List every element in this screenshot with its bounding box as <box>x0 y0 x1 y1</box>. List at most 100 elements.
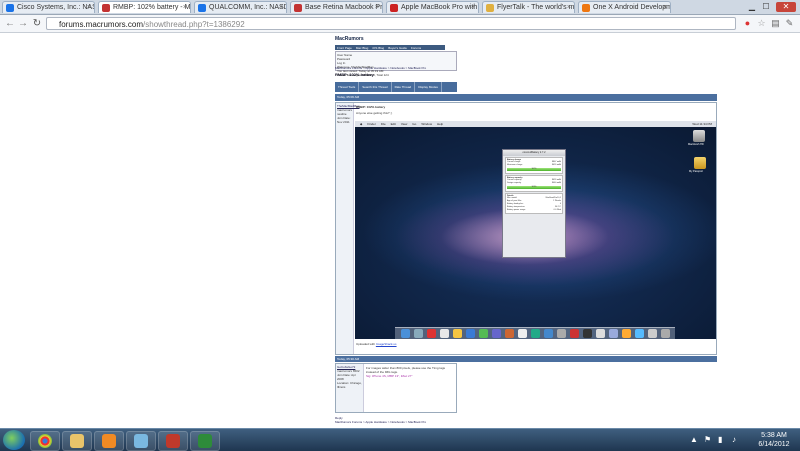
coconutbattery-window: coconutBattery 2.7.2 Battery charge Curre… <box>502 149 566 258</box>
dialog-row-label: Battery power usage <box>507 209 526 211</box>
tray-volume-icon[interactable]: ♪ <box>732 435 736 444</box>
url-host: forums.macrumors.com <box>59 20 144 29</box>
dialog-row-value: 8460 mAh <box>551 182 561 184</box>
dock-icon[interactable] <box>492 329 501 338</box>
taskbar-acrobat[interactable] <box>158 431 188 451</box>
imageshack-link[interactable]: ImageShack.us <box>376 342 397 346</box>
dock-icon[interactable] <box>648 329 657 338</box>
dialog-progress-bar: 103% <box>507 186 561 189</box>
bookmark-star-icon[interactable]: ☆ <box>756 18 767 29</box>
start-button[interactable] <box>3 430 25 450</box>
taskbar-excel[interactable] <box>190 431 220 451</box>
tool-2[interactable]: Rate Thread <box>392 82 416 92</box>
tool-3[interactable]: Display Modes <box>415 82 442 92</box>
taskbar-app[interactable] <box>126 431 156 451</box>
reload-icon[interactable]: ↻ <box>31 18 43 29</box>
tab-close-icon[interactable]: × <box>471 2 475 13</box>
dock-icon[interactable] <box>609 329 618 338</box>
dock-icon[interactable] <box>583 329 592 338</box>
dock-icon[interactable] <box>557 329 566 338</box>
dock-icon[interactable] <box>635 329 644 338</box>
dock-icon[interactable] <box>596 329 605 338</box>
post-2-date-bar: Today, 05:30 AM <box>335 356 717 362</box>
dock-icon[interactable] <box>414 329 423 338</box>
footer-breadcrumb[interactable]: MacRumors Forums > Apple Hardware > Note… <box>335 420 426 424</box>
desktop-icon-label-passport: My Passport <box>689 170 703 173</box>
tab-1[interactable]: RMBP: 102% battery - MacRumors× <box>98 1 191 13</box>
post-date-bar: Today, 05:06 AM <box>335 94 717 101</box>
tab-label: RMBP: 102% battery - MacRumors <box>113 4 191 11</box>
dock-icon[interactable] <box>466 329 475 338</box>
tab-close-icon[interactable]: × <box>663 2 667 13</box>
dialog-row-label: Maximum charge <box>507 164 523 166</box>
back-icon[interactable]: ← <box>4 18 16 29</box>
tab-3[interactable]: Base Retina Macbook Pro × <box>290 1 383 13</box>
thread-title: RMBP: 102% battery <box>335 72 374 77</box>
dock-icon[interactable] <box>518 329 527 338</box>
tray-flag-icon[interactable]: ⚑ <box>704 435 711 444</box>
dock-icon[interactable] <box>622 329 631 338</box>
dock-icon[interactable] <box>531 329 540 338</box>
tool-0[interactable]: Thread Tools <box>335 82 360 92</box>
taskbar-chrome[interactable] <box>30 431 60 451</box>
tab-close-icon[interactable]: × <box>279 2 283 13</box>
uploaded-with: Uploaded with ImageShack.us <box>356 342 397 346</box>
dock-icon[interactable] <box>661 329 670 338</box>
dock-icon[interactable] <box>440 329 449 338</box>
macrumors-logo[interactable]: MacRumors <box>335 36 364 44</box>
mac-menu-item: Go <box>412 122 417 126</box>
tab-2[interactable]: QUALCOMM, Inc.: NASDAQ× <box>194 1 287 13</box>
tab-label: Cisco Systems, Inc.: NASDAQ <box>17 4 94 11</box>
tab-label: Apple MacBook Pro with Re <box>401 4 478 11</box>
clock-time: 5:38 AM <box>761 432 787 439</box>
screenshot-image[interactable]: ◆ Finder File Edit View Go Window Help Wed 11:34… <box>355 121 716 339</box>
dock-icon[interactable] <box>427 329 436 338</box>
tab-close-icon[interactable]: × <box>375 2 379 13</box>
post-2-join-date: Join Date: Apr 2008 <box>337 373 356 381</box>
dock-icon[interactable] <box>570 329 579 338</box>
tab-label: One X Android Development <box>593 4 671 11</box>
breadcrumb[interactable]: MacRumors Forums > Apple Hardware > Note… <box>335 66 426 70</box>
taskbar-media-player[interactable] <box>94 431 124 451</box>
logo-prefix: Mac <box>335 36 345 42</box>
tool-1[interactable]: Search this Thread <box>359 82 392 92</box>
adblock-icon[interactable]: ● <box>742 18 753 29</box>
macrumors-icon <box>102 4 110 12</box>
post-1-user-panel: TheMacMadMan macrumors newbie Join Date:… <box>336 103 360 354</box>
dock-icon[interactable] <box>544 329 553 338</box>
taskbar-clock[interactable]: 5:38 AM 6/14/2012 <box>752 431 796 449</box>
xda-icon <box>582 4 590 12</box>
wrench-icon[interactable]: ✎ <box>784 18 795 29</box>
apple-menu-icon: ◆ <box>360 122 363 126</box>
page-footer: Reply MacRumors Forums > Apple Hardware … <box>335 416 426 424</box>
tray-network-icon[interactable]: ▮ <box>718 435 722 444</box>
taskbar-explorer[interactable] <box>62 431 92 451</box>
tab-6[interactable]: One X Android Development× <box>578 1 671 13</box>
google-finance-icon <box>198 4 206 12</box>
dock-icon[interactable] <box>505 329 514 338</box>
tab-0[interactable]: Cisco Systems, Inc.: NASDAQ× <box>2 1 95 13</box>
page-menu-icon[interactable]: ▤ <box>770 18 781 29</box>
tab-close-icon[interactable]: × <box>567 2 571 13</box>
external-drive-icon <box>694 157 706 169</box>
dialog-section: Battery charge Current charge 8867 mAh Maxi… <box>505 157 563 174</box>
tab-5[interactable]: FlyerTalk - The world's most× <box>482 1 575 13</box>
tab-label: QUALCOMM, Inc.: NASDAQ <box>209 4 286 11</box>
tab-4[interactable]: Apple MacBook Pro with Re× <box>386 1 479 13</box>
forward-icon[interactable]: → <box>17 18 29 29</box>
tab-close-icon[interactable]: × <box>87 2 91 13</box>
tray-arrow-icon[interactable]: ▲ <box>690 435 698 444</box>
dock-icon[interactable] <box>401 329 410 338</box>
close-window-icon[interactable]: ✕ <box>776 2 796 12</box>
dock-icon[interactable] <box>479 329 488 338</box>
tab-close-icon[interactable]: × <box>183 2 187 13</box>
dock-icon[interactable] <box>453 329 462 338</box>
address-bar[interactable]: forums.macrumors.com/showthread.php?t=13… <box>46 17 736 30</box>
spreadsheet-icon <box>198 434 212 448</box>
hard-drive-icon <box>693 130 705 142</box>
maximize-icon[interactable]: ☐ <box>760 2 772 12</box>
minimize-icon[interactable]: ▁ <box>746 2 758 12</box>
apple-icon <box>390 4 398 12</box>
mac-menu-item: File <box>380 122 386 126</box>
dialog-title: coconutBattery 2.7.2 <box>503 150 565 156</box>
